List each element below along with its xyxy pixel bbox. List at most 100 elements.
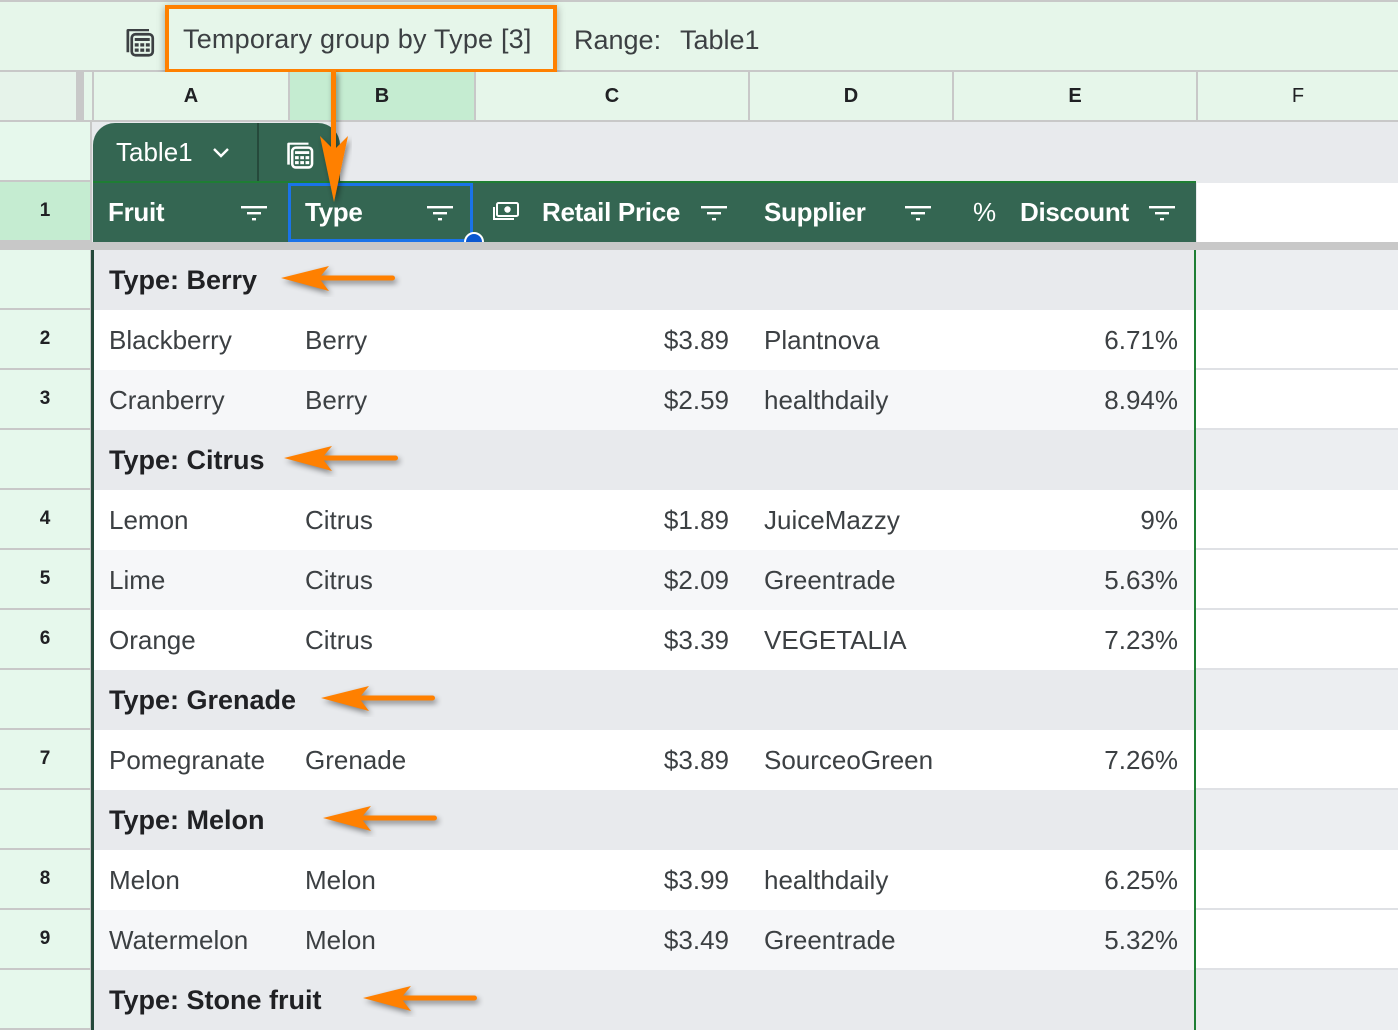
cell-f[interactable] (1196, 370, 1398, 430)
group-title: Type: Berry (109, 264, 258, 295)
cell-retail-price[interactable]: $3.39 (475, 610, 729, 670)
cell-retail-price[interactable]: $1.89 (475, 490, 729, 550)
cell-retail-price[interactable]: $2.09 (475, 550, 729, 610)
cell-type[interactable]: Melon (305, 910, 475, 970)
cell-f[interactable] (1196, 610, 1398, 670)
table-left-border (91, 250, 94, 1030)
cell-f[interactable] (1196, 730, 1398, 790)
table-calculator-icon[interactable] (283, 137, 317, 171)
select-all-corner[interactable] (0, 72, 84, 120)
header-retail-price-label: Retail Price (542, 197, 681, 227)
column-header-c[interactable]: C (474, 72, 748, 120)
cell-f[interactable] (1196, 490, 1398, 550)
group-by-label[interactable]: Temporary group by Type [3] (183, 24, 532, 55)
cell-discount[interactable]: 7.23% (973, 610, 1178, 670)
cell-supplier[interactable]: Greentrade (764, 910, 964, 970)
row-header[interactable]: 5 (0, 550, 92, 610)
cell-fruit[interactable]: Orange (109, 610, 289, 670)
cell-type[interactable]: Citrus (305, 550, 475, 610)
cell-type[interactable]: Grenade (305, 730, 475, 790)
cell-discount[interactable]: 5.32% (973, 910, 1178, 970)
group-title: Type: Citrus (109, 444, 265, 475)
cell-type[interactable]: Melon (305, 850, 475, 910)
header-discount[interactable]: Discount (1020, 183, 1129, 242)
column-header-e[interactable]: E (952, 72, 1196, 120)
cell-f[interactable] (1196, 310, 1398, 370)
cell-supplier[interactable]: healthdaily (764, 370, 964, 430)
row-header[interactable]: 2 (0, 310, 92, 370)
cell-supplier[interactable]: healthdaily (764, 850, 964, 910)
cell-supplier[interactable]: Greentrade (764, 550, 964, 610)
group-row[interactable]: Type: Melon (93, 790, 1398, 850)
cell-discount[interactable]: 9% (973, 490, 1178, 550)
group-row[interactable]: Type: Grenade (93, 670, 1398, 730)
cell-retail-price[interactable]: $3.49 (475, 910, 729, 970)
cell-f[interactable] (1196, 790, 1398, 850)
cell-fruit[interactable]: Melon (109, 850, 289, 910)
range-value: Table1 (680, 25, 760, 55)
group-row[interactable]: Type: Stone fruit (93, 970, 1398, 1030)
cell-type[interactable]: Berry (305, 370, 475, 430)
group-row[interactable]: Type: Berry (93, 250, 1398, 310)
cell-retail-price[interactable]: $2.59 (475, 370, 729, 430)
column-header-a[interactable]: A (92, 72, 288, 120)
row-header[interactable]: 4 (0, 490, 92, 550)
cell-f[interactable] (1196, 670, 1398, 730)
filter-icon[interactable] (241, 203, 267, 223)
filter-icon[interactable] (905, 203, 931, 223)
cell-f[interactable] (1196, 550, 1398, 610)
cell-fruit[interactable]: Pomegranate (109, 730, 289, 790)
table-row: Watermelon Melon $3.49 Greentrade 5.32% (93, 910, 1398, 970)
cell-f1[interactable] (1197, 183, 1398, 242)
row-header[interactable]: 3 (0, 370, 92, 430)
table-calculator-icon[interactable] (122, 23, 158, 59)
row-header[interactable]: 7 (0, 730, 92, 790)
cell-type[interactable]: Citrus (305, 610, 475, 670)
cell-discount[interactable]: 8.94% (973, 370, 1178, 430)
cell-discount[interactable]: 6.25% (973, 850, 1178, 910)
cell-f[interactable] (1196, 250, 1398, 310)
cell-type[interactable]: Citrus (305, 490, 475, 550)
header-retail-price[interactable]: Retail Price (542, 183, 680, 242)
cell-supplier[interactable]: SourceoGreen (764, 730, 964, 790)
row-header[interactable]: 9 (0, 910, 92, 970)
money-icon (493, 202, 519, 220)
cell-discount[interactable]: 5.63% (973, 550, 1178, 610)
cell-fruit[interactable]: Watermelon (109, 910, 289, 970)
cell-supplier[interactable]: VEGETALIA (764, 610, 964, 670)
cell-retail-price[interactable]: $3.99 (475, 850, 729, 910)
table-right-border (1194, 250, 1196, 1030)
header-discount-label: Discount (1020, 197, 1129, 227)
row-header[interactable]: 8 (0, 850, 92, 910)
cell-fruit[interactable]: Blackberry (109, 310, 289, 370)
cell-retail-price[interactable]: $3.89 (475, 730, 729, 790)
cell-f[interactable] (1196, 910, 1398, 970)
cell-fruit[interactable]: Lime (109, 550, 289, 610)
group-row[interactable]: Type: Citrus (93, 430, 1398, 490)
row-header[interactable]: 6 (0, 610, 92, 670)
cell-fruit[interactable]: Cranberry (109, 370, 289, 430)
filter-icon[interactable] (1149, 203, 1175, 223)
header-fruit[interactable]: Fruit (108, 183, 165, 242)
header-supplier[interactable]: Supplier (764, 183, 866, 242)
cell-discount[interactable]: 7.26% (973, 730, 1178, 790)
column-header-f[interactable]: F (1196, 72, 1398, 120)
row-header-group (0, 250, 92, 310)
annotation-arrow-left-icon (363, 986, 477, 1011)
cell-f[interactable] (1196, 970, 1398, 1030)
cell-supplier[interactable]: Plantnova (764, 310, 964, 370)
range-label: Range: (574, 25, 662, 55)
table-name-dropdown[interactable]: Table1 (93, 123, 259, 181)
cell-f[interactable] (1196, 850, 1398, 910)
cell-supplier[interactable]: JuiceMazzy (764, 490, 964, 550)
filter-icon[interactable] (701, 203, 727, 223)
cell-f[interactable] (1196, 430, 1398, 490)
cell-type[interactable]: Berry (305, 310, 475, 370)
row-header-1[interactable]: 1 (0, 182, 92, 242)
cell-fruit[interactable]: Lemon (109, 490, 289, 550)
cell-retail-price[interactable]: $3.89 (475, 310, 729, 370)
frozen-row-divider[interactable] (0, 242, 1398, 250)
cell-discount[interactable]: 6.71% (973, 310, 1178, 370)
group-title: Type: Stone fruit (109, 984, 322, 1015)
column-header-d[interactable]: D (748, 72, 952, 120)
